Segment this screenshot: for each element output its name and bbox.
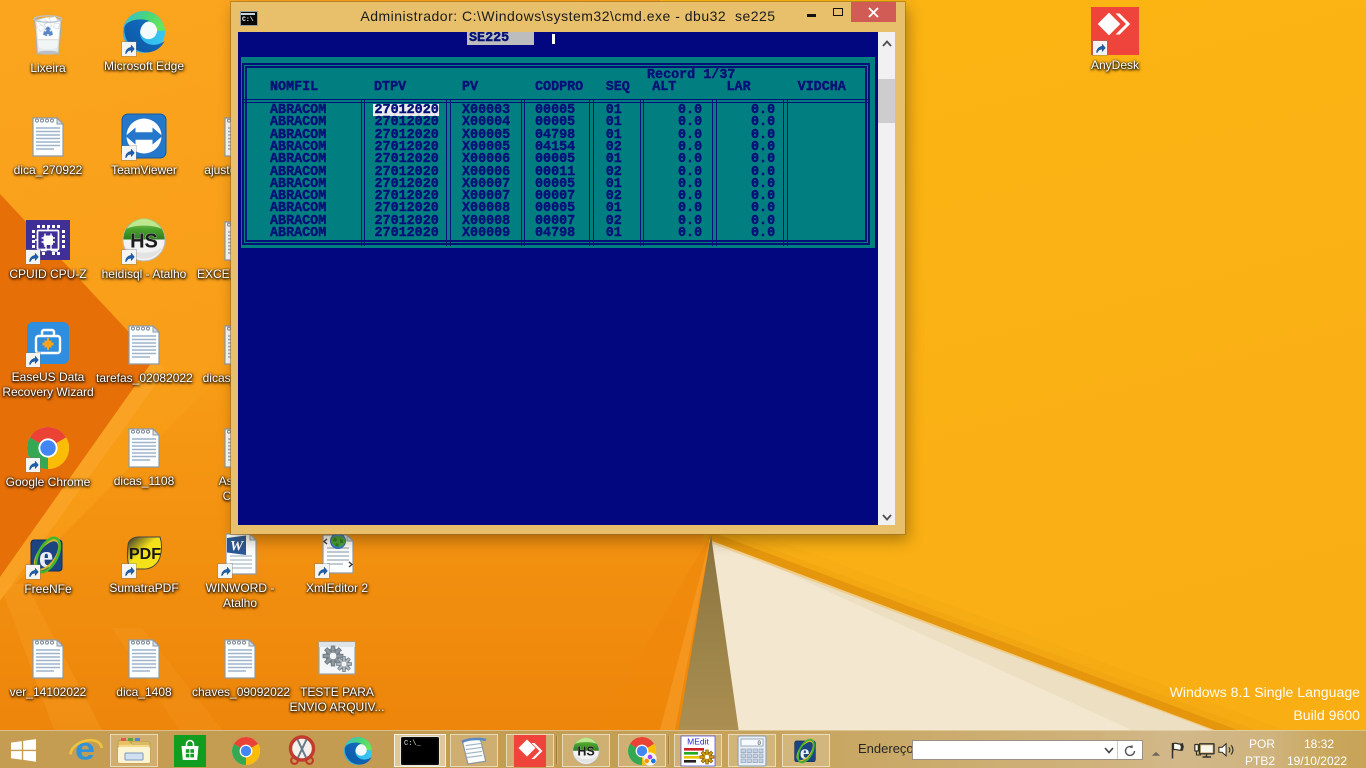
svg-text:0: 0 [757, 740, 761, 747]
svg-text:W: W [230, 539, 245, 555]
svg-text:C:\_: C:\_ [404, 740, 422, 748]
svg-text:MEdit: MEdit [687, 736, 709, 746]
svg-text:PDF: PDF [129, 546, 161, 563]
svg-text:HS: HS [577, 744, 594, 758]
